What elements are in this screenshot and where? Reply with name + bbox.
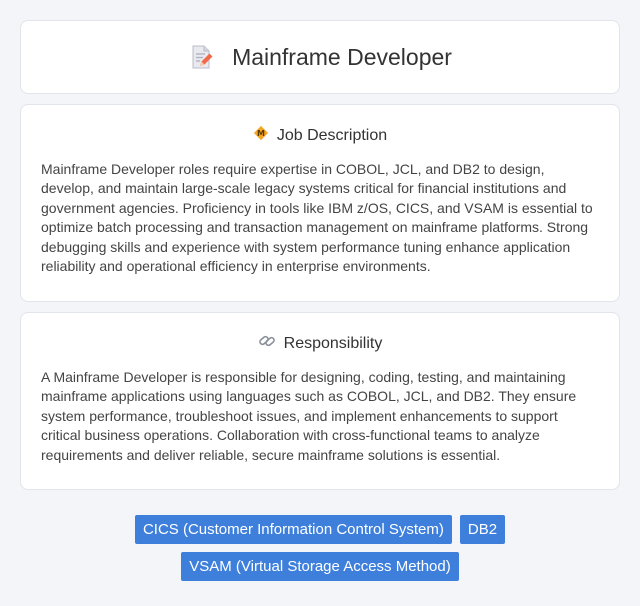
job-description-header: M Job Description: [41, 125, 599, 146]
responsibility-heading: Responsibility: [283, 334, 383, 352]
skill-tags: CICS (Customer Information Control Syste…: [20, 515, 620, 581]
tag-cics[interactable]: CICS (Customer Information Control Syste…: [134, 515, 452, 544]
page-title: Mainframe Developer: [232, 43, 452, 70]
title-card: Mainframe Developer: [20, 20, 620, 94]
document-edit-icon: [188, 44, 214, 70]
responsibility-card: Responsibility A Mainframe Developer is …: [20, 312, 620, 490]
page-container: Mainframe Developer M Job Description Ma…: [0, 0, 640, 581]
job-description-card: M Job Description Mainframe Developer ro…: [20, 104, 620, 302]
job-description-text: Mainframe Developer roles require expert…: [41, 161, 593, 275]
diamond-badge-icon: M: [253, 125, 269, 146]
tag-db2[interactable]: DB2: [459, 515, 506, 544]
responsibility-header: Responsibility: [41, 333, 599, 354]
responsibility-text: A Mainframe Developer is responsible for…: [41, 369, 577, 463]
svg-text:M: M: [257, 129, 265, 138]
tag-vsam[interactable]: VSAM (Virtual Storage Access Method): [181, 552, 459, 581]
link-icon: [258, 333, 276, 354]
job-description-heading: Job Description: [276, 126, 388, 144]
